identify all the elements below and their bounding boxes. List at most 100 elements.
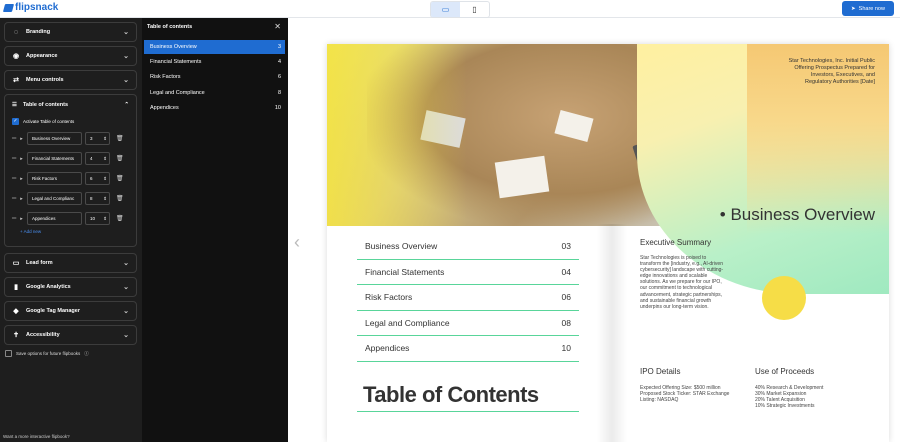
toc-item-page: 6 xyxy=(277,74,281,81)
mobile-icon[interactable]: ▯ xyxy=(460,2,489,17)
business-overview-title: • Business Overview xyxy=(719,205,875,224)
use-title: Use of Proceeds xyxy=(755,367,815,376)
footer-text[interactable]: Want a more interactive flipbook? xyxy=(3,434,70,439)
stepper-icon[interactable]: ⇕ xyxy=(103,156,107,162)
book-toc-label: Financial Statements xyxy=(365,266,445,277)
trash-icon[interactable]: 🗑 xyxy=(116,175,124,182)
toc-entry-row: ═ ▸ Risk Factors 6 ⇕ 🗑 xyxy=(12,171,129,186)
toc-panel-item[interactable]: Business Overview 3 xyxy=(144,40,285,54)
toc-entry-name-input[interactable]: Legal and Complianc xyxy=(27,192,82,205)
toc-panel-item[interactable]: Financial Statements 4 xyxy=(144,55,285,69)
ipo-title: IPO Details xyxy=(640,367,681,376)
desktop-icon[interactable]: ▭ xyxy=(431,2,460,17)
chevron-down-icon: ⌄ xyxy=(123,284,129,291)
toc-entry-page-input[interactable]: 10 ⇕ xyxy=(85,212,110,225)
page-value: 10 xyxy=(90,216,96,221)
previous-page-icon[interactable]: ‹ xyxy=(294,232,300,253)
page-gutter xyxy=(597,224,627,442)
stepper-icon[interactable]: ⇕ xyxy=(103,136,107,142)
toc-item-page: 4 xyxy=(277,59,281,66)
toc-panel-item[interactable]: Risk Factors 6 xyxy=(144,70,285,84)
close-icon[interactable]: ✕ xyxy=(274,22,281,31)
book-toc-list: Business Overview 03 Financial Statements 0… xyxy=(357,234,579,362)
section-accessibility[interactable]: ✝ Accessibility ⌄ xyxy=(4,325,137,345)
book-toc-row[interactable]: Business Overview 03 xyxy=(357,234,579,260)
toc-entry-page-input[interactable]: 6 ⇕ xyxy=(85,172,110,185)
executive-summary: Executive Summary Star Technologies is po… xyxy=(640,238,726,310)
stepper-icon[interactable]: ⇕ xyxy=(103,216,107,222)
book-toc-row[interactable]: Legal and Compliance 08 xyxy=(357,311,579,336)
toc-panel-item[interactable]: Appendices 10 xyxy=(144,101,285,115)
toc-item-page: 3 xyxy=(277,44,281,50)
trash-icon[interactable]: 🗑 xyxy=(116,155,124,162)
caret-right-icon[interactable]: ▸ xyxy=(18,176,25,182)
toc-entry-page-input[interactable]: 4 ⇕ xyxy=(85,152,110,165)
section-menu-controls[interactable]: ⇄ Menu controls ⌄ xyxy=(4,70,137,90)
checkbox-unchecked-icon xyxy=(5,350,12,357)
yellow-overlay xyxy=(327,44,467,226)
caret-right-icon[interactable]: ▸ xyxy=(18,216,25,222)
book-toc-page: 08 xyxy=(561,317,571,328)
chevron-down-icon: ⌄ xyxy=(123,77,129,84)
toc-entry-name-input[interactable]: Risk Factors xyxy=(27,172,82,185)
book-toc-label: Appendices xyxy=(365,343,410,354)
exec-text: Star Technologies is poised to transform… xyxy=(640,255,724,310)
toc-entry-name-input[interactable]: Financial Statements xyxy=(27,152,82,165)
section-google-analytics[interactable]: ▮ Google Analytics ⌄ xyxy=(4,277,137,297)
book-toc-row[interactable]: Risk Factors 06 xyxy=(357,285,579,311)
trash-icon[interactable]: 🗑 xyxy=(116,195,124,202)
chevron-down-icon: ⌄ xyxy=(123,332,129,339)
photo-paper xyxy=(494,155,550,199)
flipsnack-logo[interactable]: flipsnack xyxy=(2,2,58,13)
add-new-link[interactable]: + Add new xyxy=(12,229,129,234)
section-google-tag-manager[interactable]: ◆ Google Tag Manager ⌄ xyxy=(4,301,137,321)
toc-item-label: Financial Statements xyxy=(150,59,202,66)
toc-item-page: 10 xyxy=(274,104,281,111)
toc-panel-title: Table of contents xyxy=(147,24,193,30)
form-icon: ▭ xyxy=(12,260,20,267)
section-lead-form[interactable]: ▭ Lead form ⌄ xyxy=(4,253,137,273)
caret-right-icon[interactable]: ▸ xyxy=(18,156,25,162)
trash-icon[interactable]: 🗑 xyxy=(116,215,124,222)
sliders-icon: ⇄ xyxy=(13,77,19,84)
branding-icon: ◌ xyxy=(13,28,19,36)
use-lines: 40% Research & Development 30% Market Exp… xyxy=(755,385,865,409)
save-options-checkbox[interactable]: Save options for future flipbooks ⓘ xyxy=(5,350,89,357)
stepper-icon[interactable]: ⇕ xyxy=(103,176,107,182)
toc-preview-panel: Table of contents ✕ Business Overview 3 Fi… xyxy=(142,18,288,442)
page-value: 6 xyxy=(90,176,93,181)
toc-entry-name-input[interactable]: Appendices xyxy=(27,212,82,225)
book-toc-page: 03 xyxy=(561,241,571,252)
toc-entry-row: ═ ▸ Legal and Complianc 8 ⇕ 🗑 xyxy=(12,191,129,206)
toc-item-label: Appendices xyxy=(150,104,179,111)
toc-entry-page-input[interactable]: 8 ⇕ xyxy=(85,192,110,205)
tag-manager-icon: ◆ xyxy=(13,308,19,315)
activate-toc-checkbox[interactable]: ✓ Activate Table of contents xyxy=(12,116,129,126)
toc-panel-item[interactable]: Legal and Compliance 8 xyxy=(144,86,285,100)
caret-right-icon[interactable]: ▸ xyxy=(18,136,25,142)
book-toc-page: 10 xyxy=(561,343,571,354)
exec-title: Executive Summary xyxy=(640,238,712,247)
chevron-down-icon: ⌄ xyxy=(123,53,129,60)
eye-icon: ◉ xyxy=(12,53,20,60)
toc-entry-page-input[interactable]: 3 ⇕ xyxy=(85,132,110,145)
ipo-text: Expected Offering Size: $500 million Pro… xyxy=(640,385,730,404)
trash-icon[interactable]: 🗑 xyxy=(116,135,124,142)
stepper-icon[interactable]: ⇕ xyxy=(103,196,107,202)
book-toc-page: 04 xyxy=(561,266,571,277)
toc-entry-row: ═ ▸ Business Overview 3 ⇕ 🗑 xyxy=(12,131,129,146)
book-toc-row[interactable]: Appendices 10 xyxy=(357,336,579,362)
section-table-of-contents: ☰ Table of contents ⌃ ✓ Activate Table of c… xyxy=(4,94,137,247)
toc-entry-name-input[interactable]: Business Overview xyxy=(27,132,82,145)
info-icon: ⓘ xyxy=(84,350,89,356)
section-branding[interactable]: ◌ Branding ⌄ xyxy=(4,22,137,42)
caret-right-icon[interactable]: ▸ xyxy=(18,196,25,202)
toc-entry-row: ═ ▸ Financial Statements 4 ⇕ 🗑 xyxy=(12,151,129,166)
checkbox-checked-icon: ✓ xyxy=(12,117,19,125)
send-icon: ➤ xyxy=(851,5,856,12)
title-underline xyxy=(357,411,579,412)
section-appearance[interactable]: ◉ Appearance ⌄ xyxy=(4,46,137,66)
toc-section-header[interactable]: ☰ Table of contents ⌃ xyxy=(12,95,129,115)
book-toc-row[interactable]: Financial Statements 04 xyxy=(357,260,579,285)
share-button[interactable]: ➤ Share now xyxy=(842,1,894,16)
